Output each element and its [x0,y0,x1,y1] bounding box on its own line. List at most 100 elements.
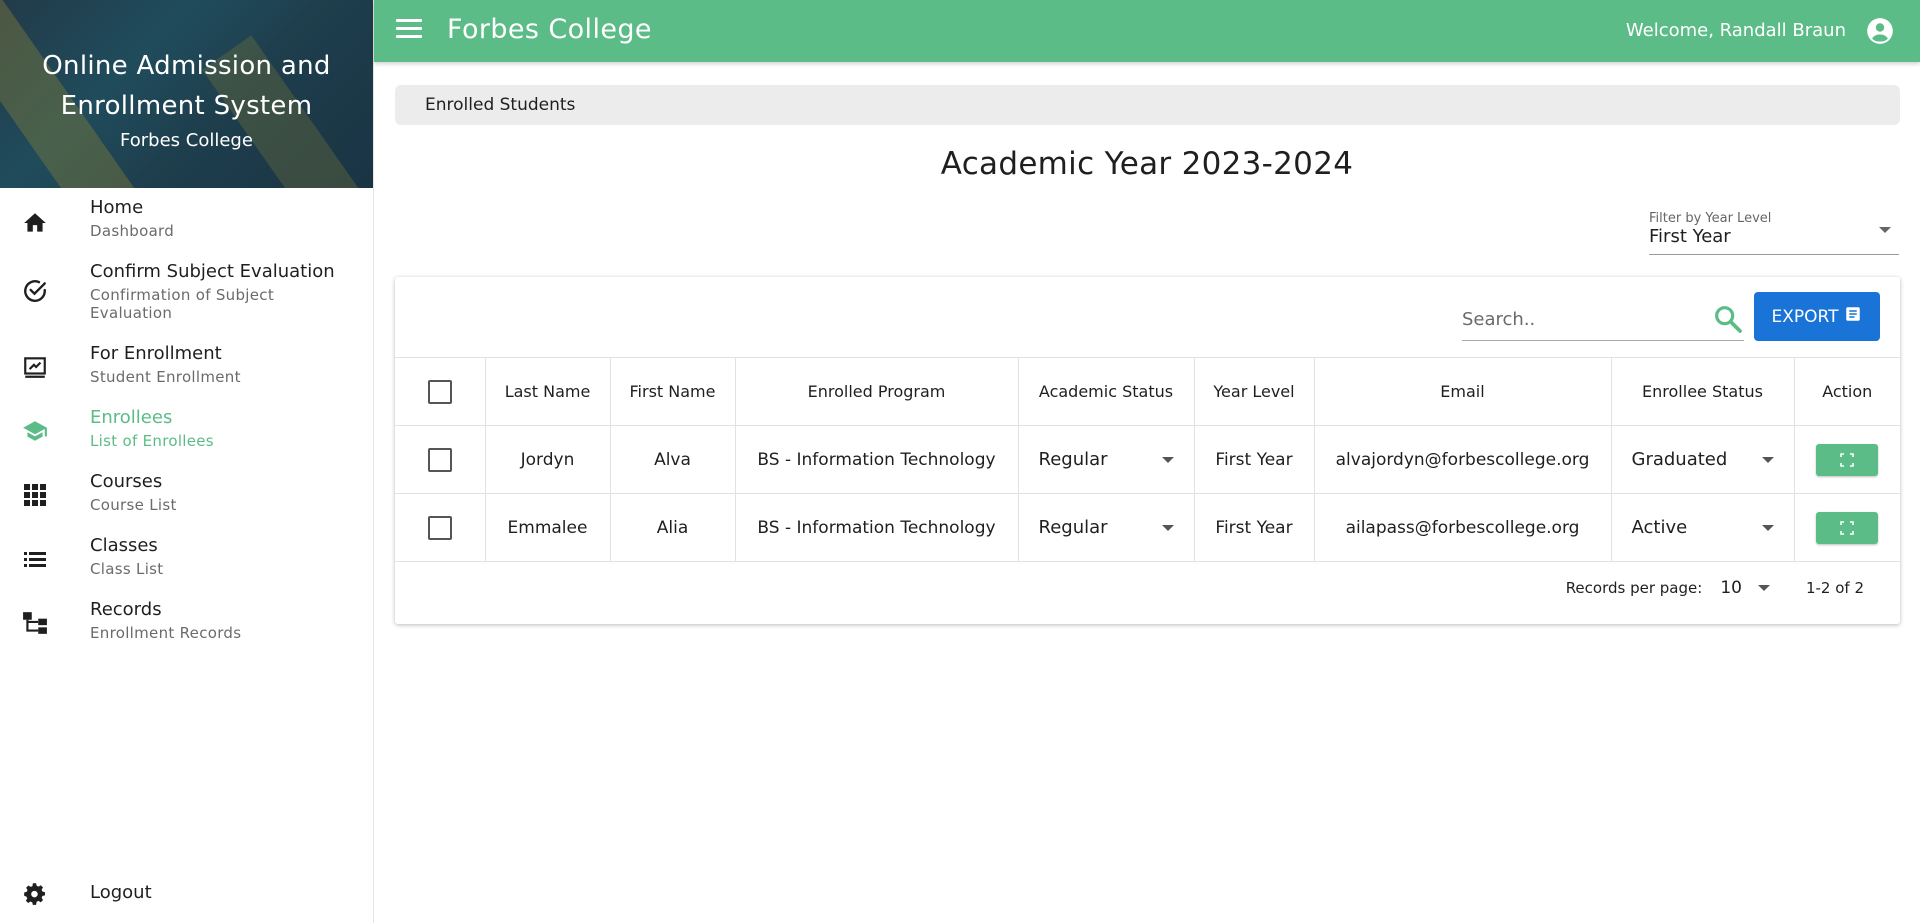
column-header[interactable]: First Name [610,357,736,426]
records-per-page-label: Records per page: [1565,579,1703,597]
sidebar-item-label: Records [90,599,162,620]
sidebar-item-courses[interactable]: Courses Course List [0,470,373,514]
pagination: Records per page: 10 1-2 of 2 [1566,578,1864,598]
sidebar-item-sublabel: List of Enrollees [90,432,214,450]
search-icon[interactable] [1712,303,1744,335]
export-button[interactable]: EXPORT [1754,292,1880,341]
top-app-bar: Forbes College Welcome, Randall Braun [374,0,1920,62]
program-cell: BS - Information Technology [735,493,1019,562]
records-per-page-value: 10 [1720,578,1742,598]
academic-status-select[interactable]: Regular [1019,517,1194,538]
year-level-cell: First Year [1194,493,1315,562]
filter-label: Filter by Year Level [1649,211,1772,226]
program-cell: BS - Information Technology [735,425,1019,494]
brand-subtitle: Forbes College [120,130,253,151]
gear-icon [22,880,48,906]
home-icon [22,210,48,236]
academic-status-value: Regular [1038,517,1108,538]
column-header[interactable]: Year Level [1194,357,1315,426]
filter-value: First Year [1649,226,1731,247]
academic-status-value: Regular [1038,449,1108,470]
table-header-row: Last Name First Name Enrolled Program Ac… [395,357,1900,426]
search-input[interactable] [1462,299,1692,339]
sidebar-item-logout[interactable]: Logout [0,880,373,906]
sidebar-item-sublabel: Dashboard [90,222,175,240]
sidebar-item-enrollees[interactable]: Enrollees List of Enrollees [0,406,373,450]
enrollment-icon [22,354,48,380]
enrollee-status-value: Graduated [1631,449,1728,470]
pagination-range: 1-2 of 2 [1805,579,1864,597]
enrollee-status-select[interactable]: Graduated [1612,449,1794,470]
sidebar-item-for-enrollment[interactable]: For Enrollment Student Enrollment [0,342,373,386]
brand-title: Online Admission and Enrollment System [42,51,331,121]
year-level-filter[interactable]: Filter by Year Level First Year [1649,211,1899,255]
enrollee-status-select[interactable]: Active [1612,517,1794,538]
chevron-down-icon [1761,524,1774,531]
last-name-cell: Jordyn [485,425,611,494]
email-cell: ailapass@forbescollege.org [1314,493,1612,562]
chevron-down-icon [1879,227,1891,233]
app-title: Forbes College [447,14,652,45]
row-checkbox[interactable] [427,515,452,540]
search-field[interactable] [1462,299,1744,341]
sidebar-item-records[interactable]: Records Enrollment Records [0,598,373,642]
sidebar-item-sublabel: Student Enrollment [90,368,241,386]
chevron-down-icon [1761,456,1774,463]
sidebar-item-label: Classes [90,535,158,556]
chevron-down-icon [1161,456,1174,463]
account-circle-icon[interactable] [1866,17,1894,45]
breadcrumb-label: Enrolled Students [425,95,576,115]
table-row[interactable]: Emmalee Alia BS - Information Technology… [395,493,1900,562]
menu-icon[interactable] [396,19,422,43]
view-details-button[interactable] [1816,511,1879,544]
school-icon [22,418,48,444]
sidebar-item-sublabel: Class List [90,560,164,578]
column-header[interactable]: Enrolled Program [735,357,1019,426]
select-all-cell [395,357,486,426]
sidebar-item-classes[interactable]: Classes Class List [0,534,373,578]
sidebar-item-label: Courses [90,471,163,492]
first-name-cell: Alia [610,493,736,562]
last-name-cell: Emmalee [485,493,611,562]
year-level-cell: First Year [1194,425,1315,494]
check-circle-icon [22,278,48,304]
sidebar-item-label: Confirm Subject Evaluation [90,261,335,282]
view-details-button[interactable] [1816,443,1879,476]
list-icon [22,546,48,572]
export-label: EXPORT [1771,306,1839,327]
row-checkbox[interactable] [427,447,452,472]
sidebar-item-sublabel: Confirmation of Subject Evaluation [90,286,275,322]
chevron-down-icon [1161,524,1174,531]
column-header[interactable]: Enrollee Status [1611,357,1795,426]
welcome-text: Welcome, Randall Braun [1625,20,1846,41]
sidebar-item-label: Home [90,197,144,218]
sidebar-item-sublabel: Enrollment Records [90,624,242,642]
records-icon [22,610,48,636]
column-header: Action [1794,357,1900,426]
brand-header: Online Admission and Enrollment System F… [0,0,373,188]
sidebar-item-home[interactable]: Home Dashboard [0,196,373,240]
column-header[interactable]: Last Name [485,357,611,426]
grid-icon [22,482,48,508]
enrollee-status-value: Active [1631,517,1688,538]
select-all-checkbox[interactable] [427,379,452,404]
sidebar-item-confirm-subject-evaluation[interactable]: Confirm Subject Evaluation Confirmation … [0,260,373,322]
column-header[interactable]: Academic Status [1018,357,1195,426]
enrollees-table: Last Name First Name Enrolled Program Ac… [395,357,1900,562]
logout-label: Logout [90,882,152,903]
records-per-page-select[interactable]: 10 [1720,578,1770,598]
fullscreen-icon [1840,452,1855,467]
sidebar: Online Admission and Enrollment System F… [0,0,374,923]
enrollees-table-card: EXPORT Last Name First Name Enrolled Pro… [395,277,1900,624]
sidebar-item-sublabel: Course List [90,496,177,514]
academic-status-select[interactable]: Regular [1019,449,1194,470]
sidebar-item-label: Enrollees [90,407,173,428]
breadcrumb: Enrolled Students [395,85,1900,125]
email-cell: alvajordyn@forbescollege.org [1314,425,1612,494]
column-header[interactable]: Email [1314,357,1612,426]
table-row[interactable]: Jordyn Alva BS - Information Technology … [395,425,1900,494]
sidebar-item-label: For Enrollment [90,343,222,364]
first-name-cell: Alva [610,425,736,494]
fullscreen-icon [1840,520,1855,535]
page-title: Academic Year 2023-2024 [940,146,1354,182]
